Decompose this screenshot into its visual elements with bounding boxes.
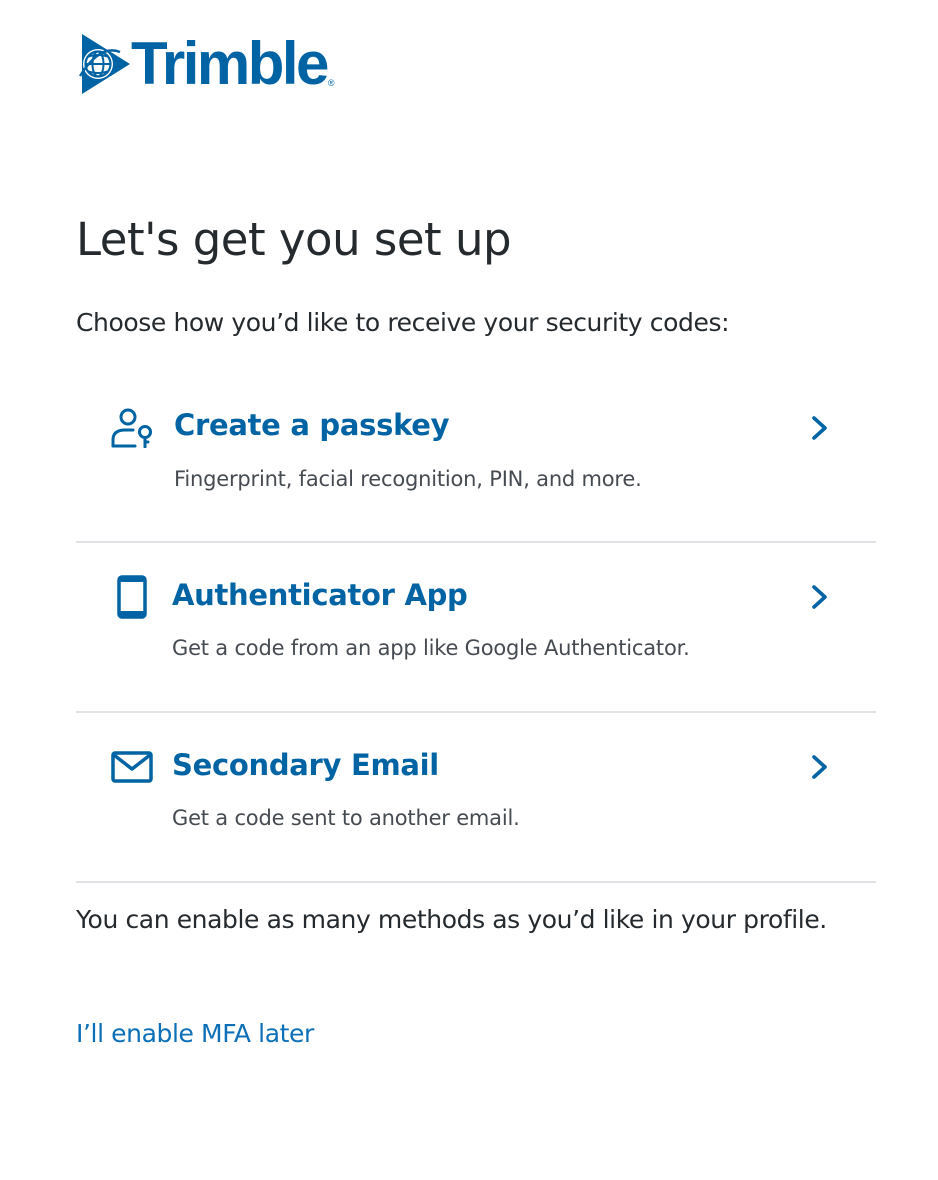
- trimble-globe-logo-icon: [78, 34, 130, 94]
- page-title: Let's get you set up: [76, 213, 512, 266]
- envelope-icon: [108, 743, 156, 791]
- option-authenticator-app[interactable]: Authenticator App Get a code from an app…: [76, 543, 876, 713]
- option-description: Fingerprint, facial recognition, PIN, an…: [174, 467, 642, 491]
- option-title: Secondary Email: [172, 748, 439, 782]
- chevron-right-icon: [812, 755, 827, 779]
- option-description: Get a code sent to another email.: [172, 806, 520, 830]
- enable-mfa-later-link[interactable]: I’ll enable MFA later: [76, 1014, 314, 1054]
- option-title: Authenticator App: [172, 578, 468, 612]
- brand-name: Trimble: [131, 30, 329, 97]
- chevron-right-icon: [812, 585, 827, 609]
- mobile-phone-icon: [108, 573, 156, 621]
- page-subtitle: Choose how you’d like to receive your se…: [76, 308, 730, 337]
- option-title: Create a passkey: [174, 408, 450, 442]
- option-create-passkey[interactable]: Create a passkey Fingerprint, facial rec…: [76, 374, 876, 543]
- registered-mark: ®: [327, 78, 335, 88]
- methods-note: You can enable as many methods as you’d …: [76, 905, 827, 934]
- trimble-logo: Trimble ®: [76, 32, 335, 96]
- user-key-icon: [108, 404, 156, 452]
- option-description: Get a code from an app like Google Authe…: [172, 636, 690, 660]
- mfa-options-list: Create a passkey Fingerprint, facial rec…: [76, 374, 876, 883]
- option-secondary-email[interactable]: Secondary Email Get a code sent to anoth…: [76, 713, 876, 883]
- chevron-right-icon: [812, 416, 827, 440]
